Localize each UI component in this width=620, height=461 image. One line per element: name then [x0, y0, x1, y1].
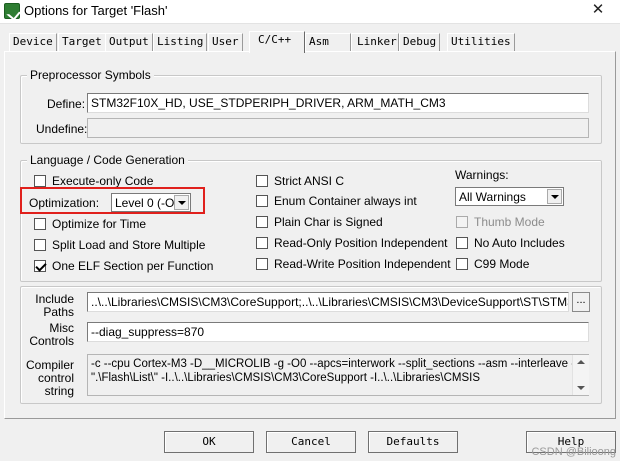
plain-char-checkbox[interactable]: Plain Char is Signed — [256, 215, 383, 229]
enum-container-box[interactable] — [256, 195, 268, 207]
rw-pi-label: Read-Write Position Independent — [274, 257, 451, 271]
compiler-control-line: -c --cpu Cortex-M3 -D__MICROLIB -g -O0 -… — [91, 358, 589, 370]
warnings-value: All Warnings — [459, 190, 526, 204]
misc-controls-label-2: Controls — [29, 334, 74, 348]
c99-mode-label: C99 Mode — [474, 257, 530, 271]
optimize-time-label: Optimize for Time — [52, 217, 147, 231]
compiler-control-label-1: Compiler — [25, 358, 74, 372]
optimize-time-checkbox[interactable]: Optimize for Time — [34, 217, 146, 231]
tab-user[interactable]: User — [208, 33, 243, 51]
one-elf-box[interactable] — [34, 260, 46, 272]
thumb-mode-box[interactable] — [456, 216, 468, 228]
tab-output[interactable]: Output — [105, 33, 153, 51]
execute-only-box[interactable] — [34, 175, 46, 187]
include-paths-input[interactable]: ..\..\Libraries\CMSIS\CM3\CoreSupport;..… — [87, 292, 569, 312]
compiler-control-label-3: string — [44, 384, 74, 398]
close-button[interactable]: ✕ — [576, 0, 620, 22]
include-paths-label-2: Paths — [43, 305, 74, 319]
tab-debug[interactable]: Debug — [399, 33, 441, 51]
chevron-down-icon[interactable] — [174, 195, 189, 210]
window-title: Options for Target 'Flash' — [24, 3, 168, 18]
misc-controls-input[interactable]: --diag_suppress=870 — [87, 322, 589, 342]
enum-container-checkbox[interactable]: Enum Container always int — [256, 194, 417, 208]
misc-controls-label-1: Misc — [49, 321, 74, 335]
preprocessor-group-title: Preprocessor Symbols — [27, 68, 154, 82]
thumb-mode-label: Thumb Mode — [474, 215, 545, 229]
undefine-input[interactable] — [87, 118, 589, 138]
warnings-select[interactable]: All Warnings — [455, 187, 564, 206]
no-auto-includes-label: No Auto Includes — [474, 236, 565, 250]
tab-utilities[interactable]: Utilities — [447, 33, 515, 51]
compiler-control-string: -c --cpu Cortex-M3 -D__MICROLIB -g -O0 -… — [87, 354, 589, 396]
compiler-control-scrollbar[interactable] — [572, 355, 589, 395]
split-load-checkbox[interactable]: Split Load and Store Multiple — [34, 238, 205, 252]
rw-pi-box[interactable] — [256, 258, 268, 270]
ok-button[interactable]: OK — [164, 431, 254, 453]
no-auto-includes-checkbox[interactable]: No Auto Includes — [456, 236, 565, 250]
ro-pi-checkbox[interactable]: Read-Only Position Independent — [256, 236, 447, 250]
compiler-control-line: ".\Flash\List\" -I..\..\Libraries\CMSIS\… — [91, 372, 481, 384]
thumb-mode-checkbox[interactable]: Thumb Mode — [456, 215, 545, 229]
ro-pi-box[interactable] — [256, 237, 268, 249]
no-auto-includes-box[interactable] — [456, 237, 468, 249]
execute-only-checkbox[interactable]: Execute-only Code — [34, 174, 153, 188]
undefine-label: Undefine: — [36, 122, 88, 136]
tab-target[interactable]: Target — [58, 33, 106, 51]
language-group-title: Language / Code Generation — [27, 153, 188, 167]
optimize-time-box[interactable] — [34, 218, 46, 230]
plain-char-box[interactable] — [256, 216, 268, 228]
include-paths-browse-button[interactable]: ... — [572, 292, 590, 312]
one-elf-checkbox[interactable]: One ELF Section per Function — [34, 259, 213, 273]
one-elf-label: One ELF Section per Function — [52, 259, 214, 273]
chevron-down-icon[interactable] — [547, 189, 562, 204]
include-paths-label-1: Include — [35, 292, 74, 306]
optimization-label: Optimization: — [29, 196, 100, 210]
define-input[interactable]: STM32F10X_HD, USE_STDPERIPH_DRIVER, ARM_… — [87, 93, 589, 113]
cancel-button[interactable]: Cancel — [266, 431, 356, 453]
title-bar: Options for Target 'Flash' ✕ — [0, 0, 620, 24]
optimization-select[interactable]: Level 0 (-O0) — [111, 193, 191, 212]
tab-c-cpp[interactable]: C/C++ — [249, 31, 305, 53]
app-icon — [4, 3, 20, 19]
warnings-label: Warnings: — [455, 168, 509, 182]
strict-ansi-checkbox[interactable]: Strict ANSI C — [256, 174, 344, 188]
tab-listing[interactable]: Listing — [153, 33, 208, 51]
strict-ansi-label: Strict ANSI C — [274, 174, 345, 188]
scroll-down-icon[interactable] — [577, 386, 585, 390]
strict-ansi-box[interactable] — [256, 175, 268, 187]
tab-linker[interactable]: Linker — [351, 33, 399, 51]
c99-mode-box[interactable] — [456, 258, 468, 270]
ro-pi-label: Read-Only Position Independent — [274, 236, 448, 250]
split-load-box[interactable] — [34, 239, 46, 251]
execute-only-label: Execute-only Code — [52, 174, 154, 188]
watermark: CSDN @Bilioong — [531, 446, 616, 458]
split-load-label: Split Load and Store Multiple — [52, 238, 206, 252]
define-label: Define: — [47, 97, 86, 111]
enum-container-label: Enum Container always int — [274, 194, 417, 208]
defaults-button[interactable]: Defaults — [368, 431, 458, 453]
tab-asm[interactable]: Asm — [305, 33, 351, 51]
tab-bar: Device Target Output Listing User C/C++ … — [0, 31, 620, 53]
compiler-control-label-2: control — [37, 371, 74, 385]
tab-device[interactable]: Device — [9, 33, 57, 51]
rw-pi-checkbox[interactable]: Read-Write Position Independent — [256, 257, 451, 271]
scroll-up-icon[interactable] — [577, 360, 585, 364]
plain-char-label: Plain Char is Signed — [274, 215, 383, 229]
c99-mode-checkbox[interactable]: C99 Mode — [456, 257, 529, 271]
